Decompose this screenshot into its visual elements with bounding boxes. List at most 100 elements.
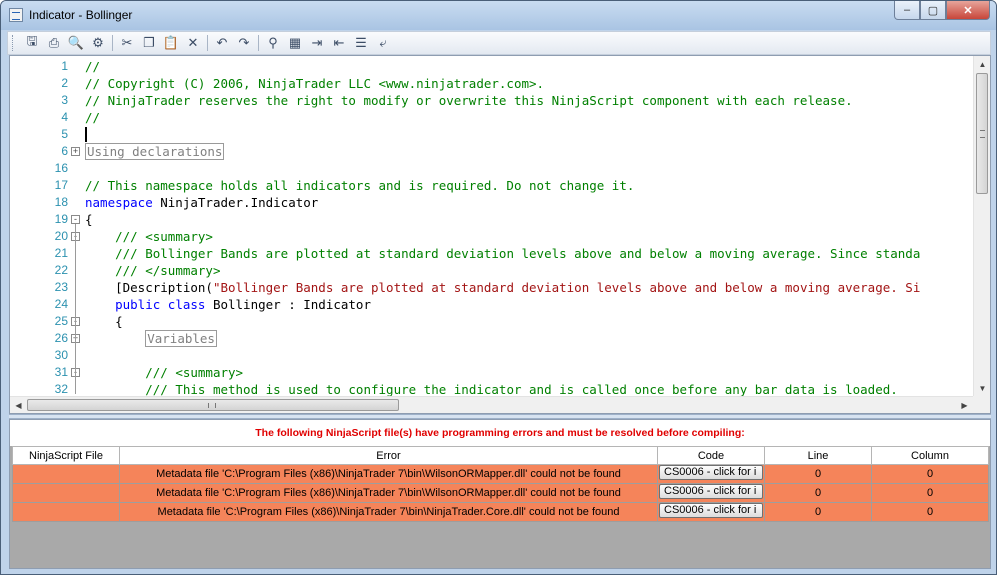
- error-row[interactable]: Metadata file 'C:\Program Files (x86)\Ni…: [12, 483, 989, 503]
- cut-icon[interactable]: ✂: [116, 33, 138, 53]
- line-number: 3: [61, 93, 68, 107]
- line-number: 17: [54, 178, 68, 192]
- uncomment-icon[interactable]: ⤶: [372, 33, 394, 53]
- column-header-column[interactable]: Column: [871, 446, 989, 465]
- code-line[interactable]: 30: [10, 347, 973, 364]
- code-line[interactable]: 2 // Copyright (C) 2006, NinjaTrader LLC …: [10, 75, 973, 92]
- code-text: // Copyright (C) 2006, NinjaTrader LLC <…: [85, 75, 544, 92]
- copy-icon[interactable]: ❐: [138, 33, 160, 53]
- code-line[interactable]: 6 + Using declarations: [10, 143, 973, 160]
- find-icon[interactable]: ⚲: [262, 33, 284, 53]
- title-bar[interactable]: Indicator - Bollinger – ▢ ✕: [1, 1, 996, 30]
- expand-region-icon[interactable]: +: [71, 147, 80, 156]
- code-line[interactable]: 32 /// This method is used to configure …: [10, 381, 973, 397]
- undo-icon[interactable]: ↶: [211, 33, 233, 53]
- collapsed-region[interactable]: Variables: [145, 330, 217, 347]
- page-setup-icon[interactable]: ⚙: [87, 33, 109, 53]
- collapsed-region[interactable]: Using declarations: [85, 143, 225, 160]
- column-header-line[interactable]: Line: [764, 446, 872, 465]
- code-line[interactable]: 5: [10, 126, 973, 143]
- code-text: namespace NinjaTrader.Indicator: [85, 194, 318, 211]
- error-message-cell: Metadata file 'C:\Program Files (x86)\Ni…: [119, 483, 658, 503]
- fold-guide: [75, 326, 76, 394]
- print-icon[interactable]: ⎙: [43, 33, 65, 53]
- scroll-left-icon[interactable]: ◀: [10, 397, 27, 414]
- error-code-button[interactable]: CS0006 - click for i: [659, 465, 763, 480]
- code-line[interactable]: 21 /// Bollinger Bands are plotted at st…: [10, 245, 973, 262]
- error-row[interactable]: Metadata file 'C:\Program Files (x86)\Ni…: [12, 502, 989, 522]
- code-comment: /// <summary>: [145, 365, 244, 380]
- window-title: Indicator - Bollinger: [29, 8, 133, 22]
- line-number: 19: [54, 212, 68, 226]
- collapse-region-icon[interactable]: -: [71, 215, 80, 224]
- print-preview-icon[interactable]: 🔍: [65, 33, 87, 53]
- error-line-cell: 0: [764, 464, 872, 484]
- code-line[interactable]: 1 //: [10, 58, 973, 75]
- code-area[interactable]: 1 // 2 // Copyright (C) 2006, NinjaTrader L…: [10, 56, 973, 397]
- code-comment: //: [85, 59, 101, 74]
- code-line[interactable]: 19-{: [10, 211, 973, 228]
- code-comment: // Copyright (C) 2006, NinjaTrader LLC <…: [85, 76, 545, 91]
- code-comment: /// This method is used to configure the…: [145, 382, 898, 397]
- error-code-cell: CS0006 - click for i: [657, 464, 765, 484]
- outdent-icon[interactable]: ⇤: [328, 33, 350, 53]
- code-line[interactable]: 4 //: [10, 109, 973, 126]
- redo-icon[interactable]: ↷: [233, 33, 255, 53]
- line-number: 4: [61, 110, 68, 124]
- delete-icon[interactable]: ✕: [182, 33, 204, 53]
- column-header-code[interactable]: Code: [657, 446, 765, 465]
- comment-icon[interactable]: ☰: [350, 33, 372, 53]
- horizontal-scrollbar[interactable]: ◀ ▶: [10, 396, 973, 413]
- save-icon[interactable]: 🖫: [21, 33, 43, 53]
- code-line[interactable]: 24 public class Bollinger : Indicator: [10, 296, 973, 313]
- line-number: 26: [54, 331, 68, 345]
- code-line[interactable]: 23 [Description("Bollinger Bands are plo…: [10, 279, 973, 296]
- scroll-right-icon[interactable]: ▶: [956, 397, 973, 414]
- column-header-file[interactable]: NinjaScript File: [12, 446, 120, 465]
- scroll-up-icon[interactable]: ▲: [974, 56, 991, 73]
- code-text: public class Bollinger : Indicator: [85, 296, 371, 313]
- line-number: 30: [54, 348, 68, 362]
- line-number: 16: [54, 161, 68, 175]
- error-code-button[interactable]: CS0006 - click for i: [659, 503, 763, 518]
- code-line[interactable]: 16: [10, 160, 973, 177]
- paste-icon[interactable]: 📋: [160, 33, 182, 53]
- toolbar-grip[interactable]: [12, 35, 15, 51]
- code-line[interactable]: 20- /// <summary>: [10, 228, 973, 245]
- error-message-cell: Metadata file 'C:\Program Files (x86)\Ni…: [119, 502, 658, 522]
- vertical-scrollbar[interactable]: ▲ ▼: [973, 56, 990, 397]
- scroll-down-icon[interactable]: ▼: [974, 380, 991, 397]
- minimize-button[interactable]: –: [894, 1, 920, 20]
- code-line[interactable]: 22 /// </summary>: [10, 262, 973, 279]
- code-editor[interactable]: 1 // 2 // Copyright (C) 2006, NinjaTrader L…: [9, 55, 991, 414]
- line-number: 2: [61, 76, 68, 90]
- error-panel: The following NinjaScript file(s) have p…: [9, 419, 991, 569]
- error-row[interactable]: Metadata file 'C:\Program Files (x86)\Ni…: [12, 464, 989, 484]
- code-line[interactable]: 31- /// <summary>: [10, 364, 973, 381]
- toolbar-separator: [207, 35, 208, 51]
- error-column-cell: 0: [871, 483, 989, 503]
- column-header-error[interactable]: Error: [119, 446, 658, 465]
- code-text: {: [85, 211, 93, 228]
- vertical-scroll-thumb[interactable]: [976, 73, 988, 194]
- maximize-button[interactable]: ▢: [920, 1, 946, 20]
- close-button[interactable]: ✕: [946, 1, 990, 20]
- replace-icon[interactable]: ▦: [284, 33, 306, 53]
- error-message-cell: Metadata file 'C:\Program Files (x86)\Ni…: [119, 464, 658, 484]
- code-line[interactable]: 26+ Variables: [10, 330, 973, 347]
- code-string: "Bollinger Bands are plotted at standard…: [212, 280, 921, 295]
- code-line[interactable]: 3 // NinjaTrader reserves the right to mo…: [10, 92, 973, 109]
- window-controls: – ▢ ✕: [894, 1, 990, 20]
- code-text: /// <summary>: [85, 364, 243, 381]
- code-comment: //: [85, 110, 101, 125]
- code-line[interactable]: 17 // This namespace holds all indicators…: [10, 177, 973, 194]
- code-line[interactable]: 18 namespace NinjaTrader.Indicator: [10, 194, 973, 211]
- indent-icon[interactable]: ⇥: [306, 33, 328, 53]
- code-line[interactable]: 25- {: [10, 313, 973, 330]
- line-number: 5: [61, 127, 68, 141]
- error-code-button[interactable]: CS0006 - click for i: [659, 484, 763, 499]
- horizontal-scroll-thumb[interactable]: [27, 399, 399, 411]
